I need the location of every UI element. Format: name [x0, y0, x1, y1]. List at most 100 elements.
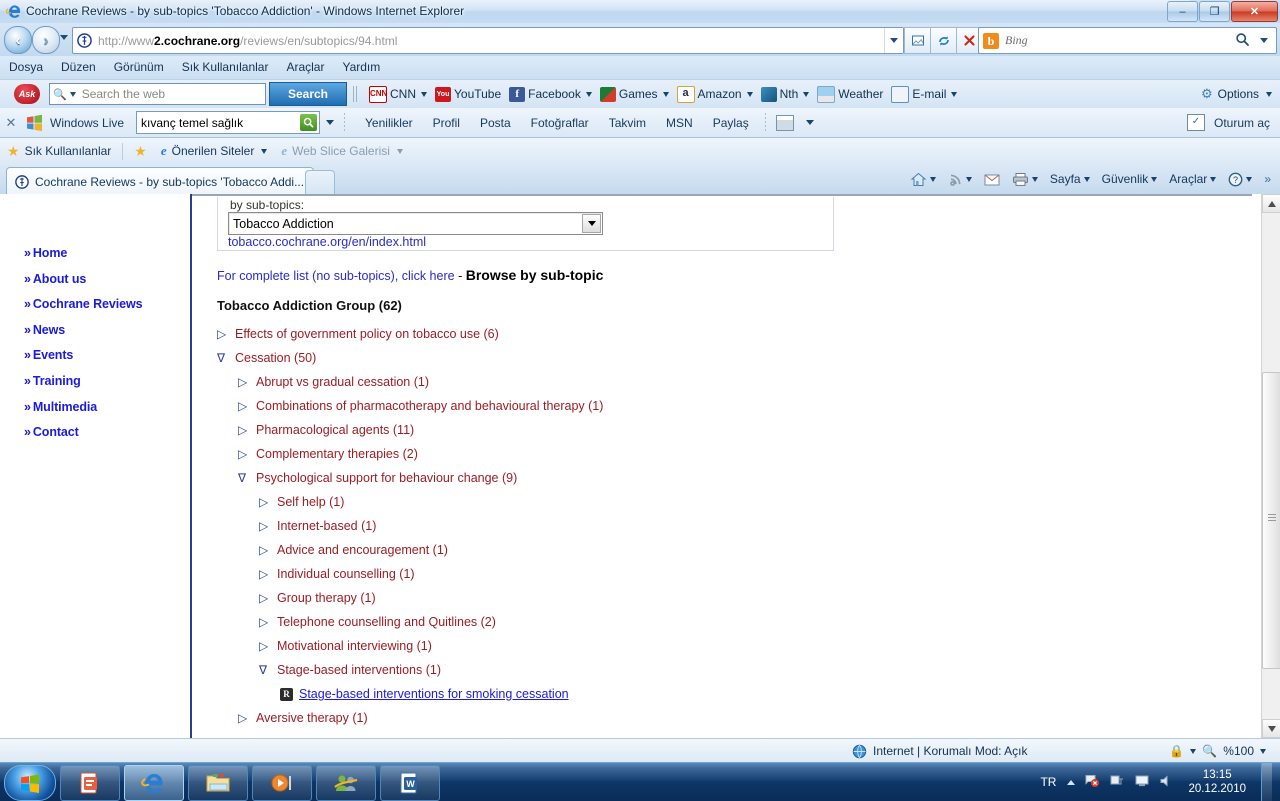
compatibility-view-button[interactable] — [904, 27, 931, 54]
ask-link-youtube[interactable]: You YouTube — [431, 80, 505, 108]
tree-row[interactable]: ∇ Stage-based interventions (1) — [217, 658, 1117, 682]
tree-item-label[interactable]: Stage-based interventions (1) — [277, 663, 441, 677]
chevron-down-icon[interactable] — [1260, 748, 1266, 754]
expand-collapse-icon[interactable]: ▷ — [238, 712, 252, 724]
zoom-level-label[interactable]: %100 — [1223, 744, 1254, 758]
ask-search-caret-icon[interactable] — [69, 91, 76, 97]
tree-leaf-row[interactable]: R Stage-based interventions for smoking … — [217, 682, 1117, 706]
menu-yardim[interactable]: Yardım — [333, 56, 389, 79]
ask-link-email[interactable]: E-mail — [887, 80, 961, 108]
ask-logo-icon[interactable]: Ask — [14, 84, 40, 104]
expand-collapse-icon[interactable]: ▷ — [238, 448, 252, 460]
tree-item-label[interactable]: Individual counselling (1) — [277, 567, 415, 581]
expand-collapse-icon[interactable]: ▷ — [259, 520, 273, 532]
minimize-button[interactable]: – — [1167, 1, 1198, 22]
tree-row[interactable]: ▷ Effects of government policy on tobacc… — [217, 322, 1117, 346]
live-link-profil[interactable]: Profil — [423, 116, 470, 130]
tree-item-label[interactable]: Combinations of pharmacotherapy and beha… — [256, 399, 603, 413]
review-link[interactable]: Stage-based interventions for smoking ce… — [299, 687, 569, 701]
chevron-down-icon[interactable] — [1031, 176, 1038, 182]
ask-search-button[interactable]: Search — [269, 82, 347, 106]
tree-row[interactable]: ▷ Motivational interviewing (1) — [217, 634, 1117, 658]
chevron-down-icon[interactable] — [1151, 176, 1158, 182]
tree-row[interactable]: ∇ Cessation (50) — [217, 346, 1117, 370]
tree-row[interactable]: ▷ Internet-based (1) — [217, 514, 1117, 538]
live-link-msn[interactable]: MSN — [656, 116, 703, 130]
security-zone-indicator[interactable]: Internet | Korumalı Mod: Açık — [852, 744, 1028, 759]
live-signin-area[interactable]: ✓ Oturum aç — [1186, 114, 1270, 131]
subtopic-select[interactable]: Tobacco Addiction — [228, 212, 603, 235]
chevron-down-icon[interactable] — [582, 214, 601, 233]
chevron-down-icon[interactable] — [421, 91, 427, 97]
sidebar-item-training[interactable]: » Training — [24, 374, 142, 388]
expand-collapse-icon[interactable]: ▷ — [238, 400, 252, 412]
group-website-link[interactable]: tobacco.cochrane.org/en/index.html — [228, 235, 426, 249]
complete-list-link[interactable]: For complete list (no sub-topics), click… — [217, 269, 455, 283]
back-button[interactable]: ‹ — [4, 26, 32, 54]
live-link-posta[interactable]: Posta — [470, 116, 521, 130]
menu-sik-kullanilanlar[interactable]: Sık Kullanılanlar — [173, 56, 278, 79]
live-link-paylas[interactable]: Paylaş — [703, 116, 759, 130]
menu-duzen[interactable]: Düzen — [52, 56, 105, 79]
tools-menu-button[interactable]: Araçlar — [1164, 168, 1221, 190]
action-center-icon[interactable] — [1084, 773, 1100, 792]
taskbar-powerpoint[interactable] — [60, 765, 120, 801]
home-button[interactable] — [905, 168, 941, 190]
windows-live-search-input[interactable]: kıvanç temel sağlık — [136, 111, 321, 134]
chevron-down-icon[interactable] — [326, 120, 335, 125]
suggested-sites-button[interactable]: e Önerilen Siteler — [154, 143, 275, 159]
tree-row[interactable]: ∇ Psychological support for behaviour ch… — [217, 466, 1117, 490]
tree-row[interactable]: ▷ Individual counselling (1) — [217, 562, 1117, 586]
expand-collapse-icon[interactable]: ▷ — [259, 544, 273, 556]
mail-button[interactable] — [979, 168, 1005, 190]
favorites-button[interactable]: ★ Sık Kullanılanlar — [0, 143, 118, 160]
live-more-menu[interactable] — [775, 114, 814, 131]
add-to-favorites-bar-button[interactable]: ★ — [127, 143, 154, 160]
network-icon[interactable] — [1109, 773, 1125, 792]
menu-gorunum[interactable]: Görünüm — [105, 56, 173, 79]
tree-item-label[interactable]: Advice and encouragement (1) — [277, 543, 448, 557]
show-hidden-icons-icon[interactable] — [1067, 779, 1076, 785]
tree-item-label[interactable]: Abrupt vs gradual cessation (1) — [256, 375, 429, 389]
search-dropdown-icon[interactable] — [1260, 38, 1268, 43]
ask-link-nth[interactable]: Nth — [757, 80, 814, 108]
tree-row[interactable]: ▷ Self help (1) — [217, 490, 1117, 514]
ask-search-input[interactable]: 🔍 Search the web — [49, 83, 266, 105]
sidebar-item-events[interactable]: » Events — [24, 348, 142, 362]
address-dropdown-button[interactable] — [884, 28, 903, 53]
expand-collapse-icon[interactable]: ∇ — [217, 352, 231, 364]
tree-row[interactable]: ▷ Pharmacological agents (11) — [217, 418, 1117, 442]
show-desktop-button[interactable] — [1261, 763, 1272, 801]
sidebar-item-news[interactable]: » News — [24, 323, 142, 337]
live-link-takvim[interactable]: Takvim — [599, 116, 656, 130]
address-bar[interactable]: http://www2.cochrane.org/reviews/en/subt… — [72, 27, 904, 54]
ask-link-facebook[interactable]: f Facebook — [505, 80, 596, 108]
language-indicator[interactable]: TR — [1040, 775, 1056, 789]
tree-item-label[interactable]: Cessation (50) — [235, 351, 316, 365]
chevron-down-icon[interactable] — [1190, 748, 1197, 754]
recent-pages-dropdown-icon[interactable] — [60, 35, 68, 40]
close-toolbar-icon[interactable]: ✕ — [0, 115, 22, 131]
chevron-down-icon[interactable] — [965, 176, 972, 182]
sidebar-item-about-us[interactable]: » About us — [24, 272, 142, 286]
sidebar-item-home[interactable]: » Home — [24, 246, 142, 260]
chevron-down-icon[interactable] — [929, 176, 936, 182]
tree-item-label[interactable]: Effects of government policy on tobacco … — [235, 327, 499, 341]
ask-options-button[interactable]: ⚙ Options — [1201, 86, 1272, 102]
scroll-up-button[interactable] — [1262, 194, 1280, 213]
expand-collapse-icon[interactable]: ∇ — [238, 472, 252, 484]
tree-row[interactable]: ▷ Group therapy (1) — [217, 586, 1117, 610]
taskbar-media-player[interactable] — [252, 765, 312, 801]
volume-icon[interactable] — [1159, 774, 1173, 791]
tree-row[interactable]: ▷ Combinations of pharmacotherapy and be… — [217, 394, 1117, 418]
sidebar-item-multimedia[interactable]: » Multimedia — [24, 400, 142, 414]
chevron-down-icon[interactable] — [396, 148, 403, 154]
expand-collapse-icon[interactable]: ▷ — [259, 592, 273, 604]
expand-collapse-icon[interactable]: ∇ — [259, 664, 273, 676]
tree-row[interactable]: ▷ Complementary therapies (2) — [217, 442, 1117, 466]
signin-label[interactable]: Oturum aç — [1214, 116, 1270, 130]
clock[interactable]: 13:15 20.12.2010 — [1188, 768, 1246, 796]
chevron-down-icon[interactable] — [1083, 176, 1090, 182]
search-icon[interactable] — [300, 114, 318, 131]
scrollbar-thumb[interactable] — [1262, 372, 1280, 669]
